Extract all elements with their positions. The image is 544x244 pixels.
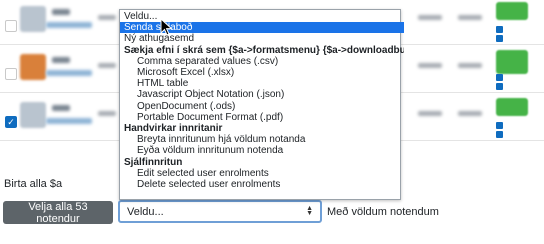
- settings-icon[interactable]: [496, 83, 503, 90]
- row-select-checkbox[interactable]: [5, 20, 17, 32]
- blurred-text: [98, 111, 116, 116]
- blurred-text: [52, 105, 70, 111]
- blurred-text: [418, 15, 442, 20]
- dropdown-group-label: Sjálfinnritun: [124, 156, 183, 168]
- status-badge: [496, 98, 528, 116]
- show-all-link[interactable]: Birta alla $a: [4, 178, 62, 190]
- dropdown-option[interactable]: Delete selected user enrolments: [120, 179, 417, 190]
- select-all-button[interactable]: Velja alla 53 notendur: [3, 201, 113, 225]
- settings-icon[interactable]: [496, 131, 503, 138]
- info-icon[interactable]: [496, 122, 503, 129]
- dropdown-option[interactable]: Breyta innritunum hjá völdum notanda: [120, 134, 417, 145]
- mouse-pointer-icon: [160, 18, 173, 36]
- dropdown-option[interactable]: Javascript Object Notation (.json): [120, 89, 417, 100]
- blurred-text: [52, 57, 70, 63]
- dropdown-option[interactable]: Comma separated values (.csv): [120, 56, 417, 67]
- blurred-text: [98, 15, 116, 20]
- avatar: [20, 54, 46, 80]
- info-icon[interactable]: [496, 26, 503, 33]
- dropdown-option[interactable]: OpenDocument (.ods): [120, 101, 417, 112]
- bulk-action-select[interactable]: Veldu... ▲ ▼: [118, 200, 322, 223]
- bulk-action-dropdown-list[interactable]: Veldu... Senda skilaboð Ný athugasemd Sækja…: [119, 9, 404, 200]
- select-value: Veldu...: [127, 205, 164, 218]
- dropdown-group-label: Handvirkar innritanir: [124, 123, 223, 134]
- checkmark-icon: ✓: [7, 117, 15, 127]
- status-badge: [496, 50, 528, 74]
- avatar: [20, 6, 46, 32]
- blurred-text: [418, 111, 442, 116]
- row-select-checkbox[interactable]: ✓: [5, 116, 17, 128]
- blurred-text: [52, 9, 70, 15]
- status-badge: [496, 2, 528, 20]
- blurred-link[interactable]: [46, 22, 92, 28]
- blurred-link[interactable]: [46, 118, 92, 124]
- with-selected-label: Með völdum notendum: [327, 206, 439, 218]
- row-select-checkbox[interactable]: [5, 68, 17, 80]
- dropdown-option[interactable]: Eyða völdum innritunum notenda: [120, 145, 417, 156]
- info-icon[interactable]: [496, 74, 503, 81]
- blurred-text: [458, 63, 482, 68]
- dropdown-option[interactable]: Edit selected user enrolments: [120, 168, 417, 179]
- blurred-text: [418, 63, 442, 68]
- avatar: [20, 102, 46, 128]
- blurred-text: [98, 63, 116, 68]
- blurred-text: [458, 111, 482, 116]
- updown-chevron-icon: ▲ ▼: [306, 205, 313, 217]
- dropdown-option[interactable]: HTML table: [120, 78, 417, 89]
- dropdown-option[interactable]: Portable Document Format (.pdf): [120, 112, 417, 123]
- settings-icon[interactable]: [496, 35, 503, 42]
- dropdown-group-label: Sækja efni í skrá sem {$a->formatsmenu} …: [124, 44, 404, 56]
- blurred-text: [458, 15, 482, 20]
- dropdown-option[interactable]: Microsoft Excel (.xlsx): [120, 67, 417, 78]
- blurred-link[interactable]: [46, 70, 92, 76]
